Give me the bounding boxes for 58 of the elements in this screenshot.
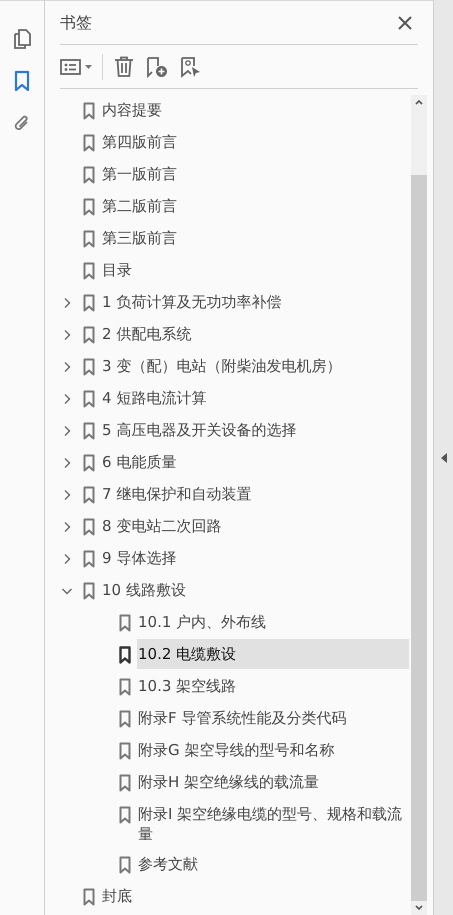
bookmark-item[interactable]: 目录 — [101, 255, 409, 285]
bookmark-icon — [83, 326, 95, 344]
bookmark-item[interactable]: 参考文献 — [137, 849, 409, 879]
bookmark-item[interactable]: 4 短路电流计算 — [101, 383, 409, 413]
bookmark-icon — [83, 134, 95, 152]
bookmark-item[interactable]: 附录F 导管系统性能及分类代码 — [137, 703, 409, 733]
bookmark-icon — [83, 262, 95, 280]
bookmark-icon — [119, 806, 131, 824]
bookmark-item[interactable]: 1 负荷计算及无功功率补偿 — [101, 287, 409, 317]
bookmark-icon — [83, 888, 95, 906]
bookmark-icon — [119, 774, 131, 792]
bookmark-item[interactable]: 封底 — [101, 881, 409, 911]
list-icon — [60, 58, 81, 76]
bookmark-item[interactable]: 附录I 架空绝缘电缆的型号、规格和载流量 — [137, 799, 409, 849]
bookmark-icon — [83, 230, 95, 248]
bookmark-item[interactable]: 附录G 架空导线的型号和名称 — [137, 735, 409, 765]
bookmark-icon — [119, 742, 131, 760]
bookmark-icon — [83, 294, 95, 312]
bookmark-item[interactable]: 第一版前言 — [101, 159, 409, 189]
bookmark-item[interactable]: 内容提要 — [101, 95, 409, 125]
options-dropdown[interactable] — [60, 58, 92, 76]
bookmark-item[interactable]: 附录H 架空绝缘线的载流量 — [137, 767, 409, 797]
bookmark-item[interactable]: 7 继电保护和自动装置 — [101, 479, 409, 509]
caret-icon — [85, 64, 92, 68]
bookmark-icon — [83, 102, 95, 120]
bookmark-item[interactable]: 8 变电站二次回路 — [101, 511, 409, 541]
bookmark-item[interactable]: 第二版前言 — [101, 191, 409, 221]
bookmark-icon — [83, 582, 95, 600]
bookmark-item[interactable]: 10.2 电缆敷设 — [137, 639, 409, 669]
panel-title: 书签 — [60, 12, 92, 34]
close-icon[interactable] — [396, 14, 414, 32]
bookmark-icon — [83, 198, 95, 216]
bookmark-icon — [119, 646, 131, 664]
bookmark-item[interactable]: 10.1 户内、外布线 — [137, 607, 409, 637]
bookmark-item[interactable]: 10 线路敷设 — [101, 575, 409, 605]
bookmark-item[interactable]: 10.3 架空线路 — [137, 671, 409, 701]
bookmark-icon — [119, 678, 131, 696]
bookmark-icon — [83, 550, 95, 568]
bookmark-item[interactable]: 5 高压电器及开关设备的选择 — [101, 415, 409, 445]
bookmark-icon — [83, 358, 95, 376]
bookmark-icon — [119, 614, 131, 632]
bookmark-icon — [83, 422, 95, 440]
bookmark-icon — [83, 166, 95, 184]
collapse-arrow-icon[interactable] — [440, 452, 446, 462]
bookmark-icon — [119, 710, 131, 728]
bookmark-icon — [83, 486, 95, 504]
bookmark-icon — [83, 390, 95, 408]
bookmark-item[interactable]: 第三版前言 — [101, 223, 409, 253]
bookmark-item[interactable]: 6 电能质量 — [101, 447, 409, 477]
bookmark-item[interactable]: 3 变（配）电站（附柴油发电机房） — [101, 351, 409, 381]
add-bookmark-icon[interactable] — [145, 54, 169, 78]
bookmark-icon — [83, 454, 95, 472]
bookmark-item[interactable]: 第四版前言 — [101, 127, 409, 157]
bookmark-item[interactable]: 2 供配电系统 — [101, 319, 409, 349]
delete-icon[interactable] — [113, 54, 135, 78]
bookmark-item[interactable]: 9 导体选择 — [101, 543, 409, 573]
bookmark-icon — [119, 856, 131, 874]
bookmark-icon — [83, 518, 95, 536]
